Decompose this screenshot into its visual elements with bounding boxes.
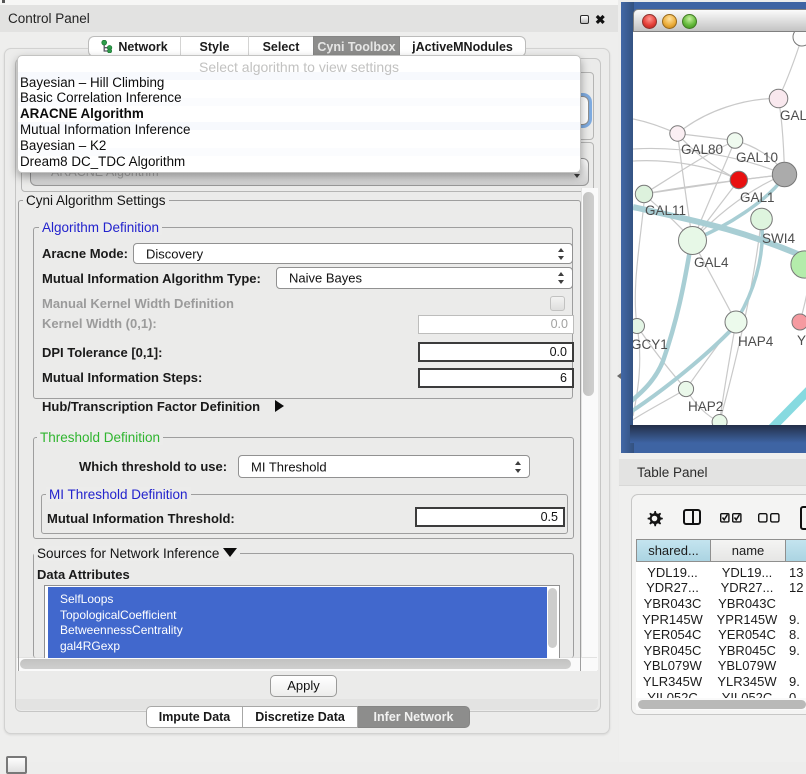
svg-text:YJ: YJ <box>797 333 806 348</box>
svg-text:GAL4: GAL4 <box>694 255 729 270</box>
svg-text:GCY1: GCY1 <box>633 337 668 352</box>
svg-text:GAL7: GAL7 <box>780 108 806 123</box>
svg-text:SWI4: SWI4 <box>762 231 795 246</box>
svg-text:GAL80: GAL80 <box>681 142 723 157</box>
svg-text:GAL10: GAL10 <box>736 150 778 165</box>
svg-text:GAL1: GAL1 <box>740 190 775 205</box>
svg-text:HAP4: HAP4 <box>738 334 774 349</box>
svg-text:HAP2: HAP2 <box>688 399 723 414</box>
svg-text:GAL11: GAL11 <box>645 203 686 218</box>
